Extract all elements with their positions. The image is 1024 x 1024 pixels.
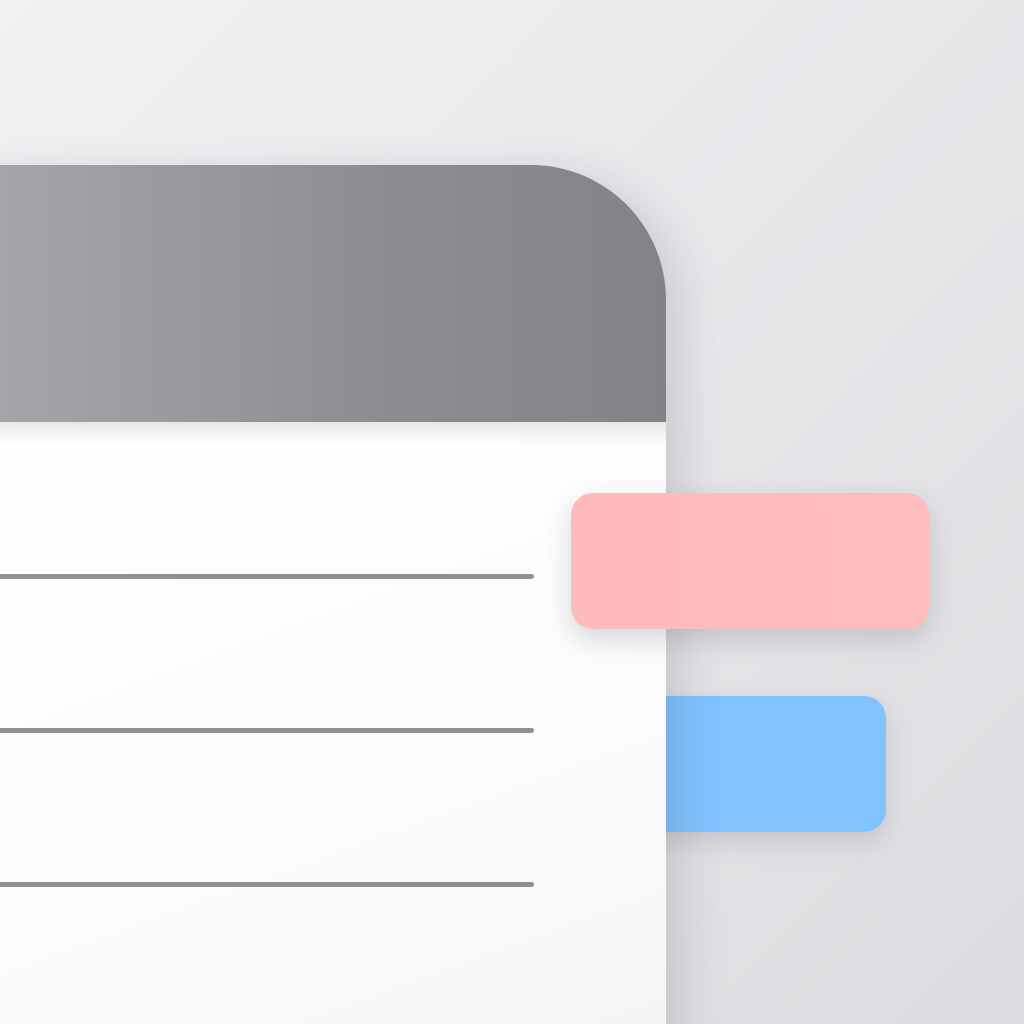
notepad-icon <box>0 165 666 1024</box>
ruled-line <box>0 728 534 733</box>
notepad-page <box>0 422 666 1024</box>
app-icon <box>0 0 1024 1024</box>
ruled-line <box>0 574 534 579</box>
ruled-line <box>0 882 534 887</box>
pink-tab <box>571 493 929 629</box>
notepad-header <box>0 165 666 422</box>
header-shadow <box>0 422 666 444</box>
